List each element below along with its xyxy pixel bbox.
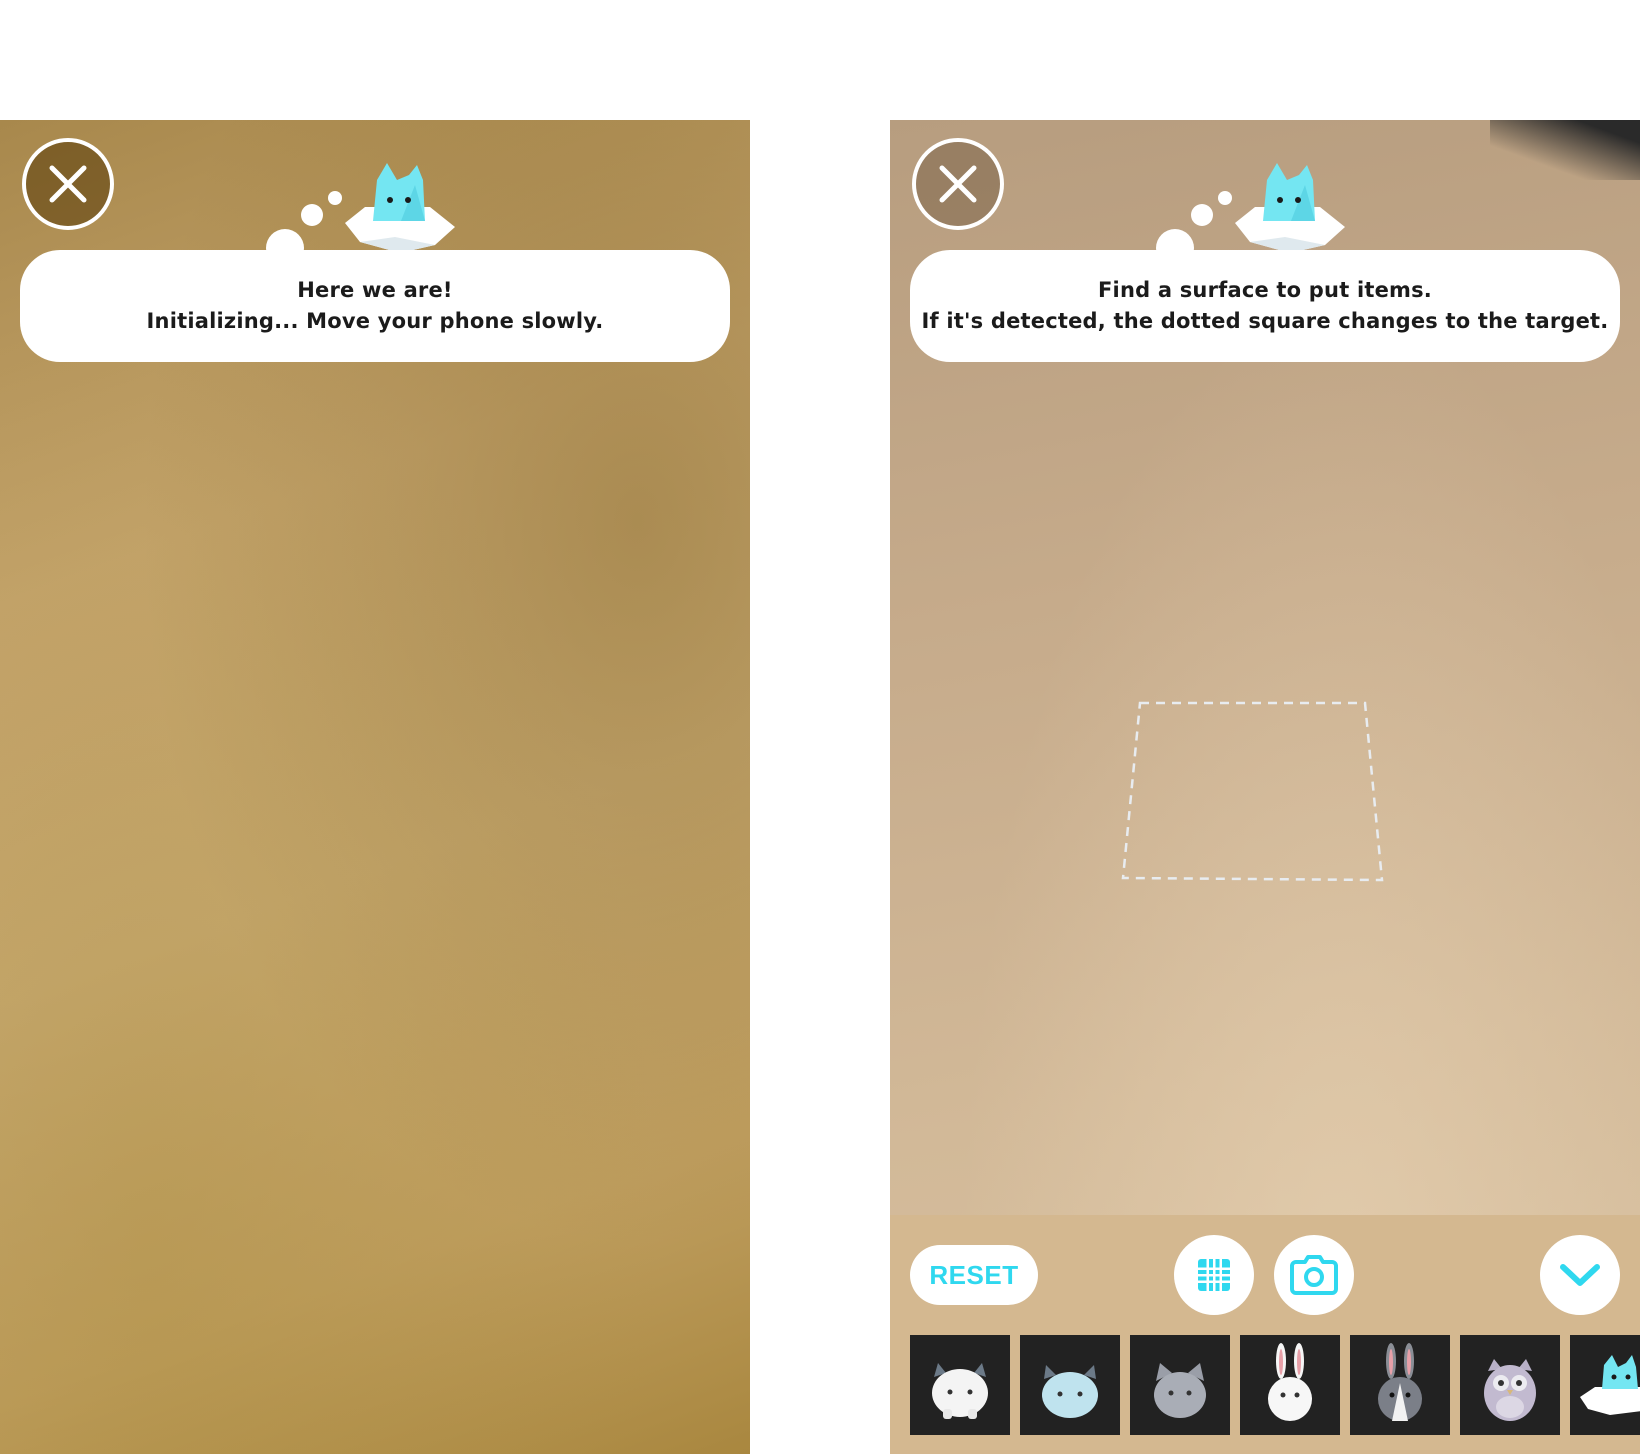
camera-button[interactable] [1274, 1235, 1354, 1315]
horned-creature-icon [1042, 1365, 1098, 1418]
message-line-2: If it's detected, the dotted square chan… [921, 309, 1609, 333]
rabbit-icon [1378, 1343, 1422, 1421]
horned-creature-icon [932, 1363, 988, 1419]
item-thumbnail-strip [910, 1335, 1640, 1435]
message-line-2: Initializing... Move your phone slowly. [146, 309, 604, 333]
close-button[interactable] [22, 138, 114, 230]
ar-camera-view-surface-search: Find a surface to put items. If it's det… [890, 120, 1640, 1454]
instruction-bubble: Find a surface to put items. If it's det… [910, 250, 1620, 362]
cat-on-cloud-icon [1580, 1355, 1640, 1415]
rabbit-icon [1268, 1343, 1312, 1421]
message-line-1: Find a surface to put items. [1098, 278, 1432, 302]
item-thumb-lavender-owl[interactable] [1460, 1335, 1560, 1435]
cat-icon [1154, 1363, 1206, 1418]
chevron-down-icon [1560, 1264, 1600, 1286]
ar-camera-view-initializing: Here we are! Initializing... Move your p… [0, 120, 750, 1454]
item-thumb-gray-white-rabbit[interactable] [1350, 1335, 1450, 1435]
reset-button[interactable]: RESET [910, 1245, 1038, 1305]
surface-detection-square [1121, 701, 1384, 882]
item-thumb-cyan-cat-on-cloud[interactable] [1570, 1335, 1640, 1435]
message-line-1: Here we are! [297, 278, 453, 302]
instruction-bubble: Here we are! Initializing... Move your p… [20, 250, 730, 362]
grid-button[interactable] [1174, 1235, 1254, 1315]
close-button[interactable] [912, 138, 1004, 230]
owl-icon [1484, 1359, 1536, 1421]
item-thumb-light-blue-horned-creature[interactable] [1020, 1335, 1120, 1435]
camera-icon [1290, 1255, 1338, 1295]
collapse-panel-button[interactable] [1540, 1235, 1620, 1315]
bottom-toolbar: RESET [890, 1215, 1640, 1454]
grid-icon [1198, 1259, 1230, 1291]
background-dark-corner [1490, 120, 1640, 180]
close-icon [49, 165, 87, 203]
close-icon [939, 165, 977, 203]
item-thumb-white-rabbit[interactable] [1240, 1335, 1340, 1435]
mascot-cat-icon [266, 163, 455, 255]
item-thumb-gray-cat[interactable] [1130, 1335, 1230, 1435]
item-thumb-white-horned-creature[interactable] [910, 1335, 1010, 1435]
mascot-cat-icon [1156, 163, 1345, 255]
